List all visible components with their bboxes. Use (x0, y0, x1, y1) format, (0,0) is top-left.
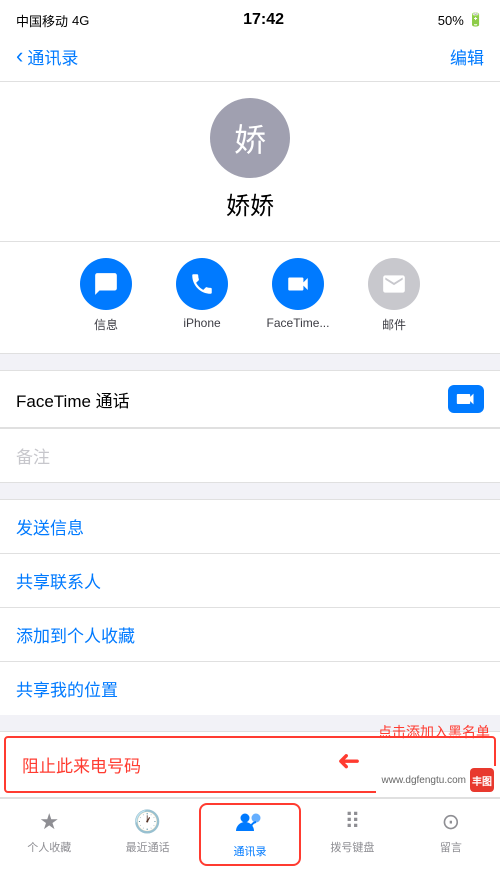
status-bar: 中国移动 4G 17:42 50% 🔋 (0, 0, 500, 36)
facetime-section[interactable]: FaceTime 通话 (0, 370, 500, 428)
phone-icon (189, 271, 215, 297)
message-label: 信息 (94, 316, 118, 333)
mail-icon-circle (368, 258, 420, 310)
avatar-char: 娇 (234, 115, 266, 161)
message-icon-circle (80, 258, 132, 310)
contacts-icon (236, 811, 264, 839)
mail-icon (381, 271, 407, 297)
action-phone[interactable]: iPhone (162, 258, 242, 333)
tab-favorites[interactable]: ★ 个人收藏 (0, 799, 98, 870)
battery-label: 50% (438, 13, 464, 28)
network-label: 4G (72, 13, 89, 28)
list-section: 发送信息 共享联系人 添加到个人收藏 共享我的位置 (0, 499, 500, 715)
message-icon (93, 271, 119, 297)
phone-icon-circle (176, 258, 228, 310)
edit-button[interactable]: 编辑 (450, 44, 484, 69)
action-message[interactable]: 信息 (66, 258, 146, 333)
facetime-video-icon (448, 385, 484, 413)
action-buttons: 信息 iPhone FaceTime... 邮件 (0, 242, 500, 354)
facetime-call-label: FaceTime 通话 (16, 387, 130, 412)
carrier-label: 中国移动 (16, 11, 68, 30)
tab-keypad[interactable]: ⠿ 拨号键盘 (303, 799, 401, 870)
keypad-label: 拨号键盘 (330, 839, 374, 855)
phone-label: iPhone (183, 316, 220, 330)
action-mail[interactable]: 邮件 (354, 258, 434, 333)
tab-contacts[interactable]: 通讯录 (199, 803, 301, 866)
facetime-icon (285, 271, 311, 297)
contact-name: 娇娇 (226, 186, 274, 221)
watermark-url: www.dgfengtu.com (382, 775, 467, 786)
back-arrow-icon: ‹ (16, 45, 23, 67)
share-location-item[interactable]: 共享我的位置 (0, 662, 500, 715)
nav-bar: ‹ 通讯录 编辑 (0, 36, 500, 82)
contacts-svg-icon (236, 811, 264, 833)
annotation-arrow-icon: ➜ (337, 744, 360, 777)
block-number-label: 阻止此来电号码 (22, 757, 141, 776)
battery-icon: 🔋 (468, 12, 484, 28)
video-camera-icon (456, 391, 476, 407)
mail-label: 邮件 (382, 316, 406, 333)
time-label: 17:42 (243, 11, 284, 29)
watermark-logo-text: 丰图 (472, 773, 492, 788)
tab-voicemail[interactable]: ⊙ 留言 (402, 799, 500, 870)
add-favorite-item[interactable]: 添加到个人收藏 (0, 608, 500, 662)
send-message-item[interactable]: 发送信息 (0, 500, 500, 554)
watermark-logo: 丰图 (470, 768, 494, 792)
action-facetime[interactable]: FaceTime... (258, 258, 338, 333)
facetime-icon-circle (272, 258, 324, 310)
send-message-label: 发送信息 (16, 519, 84, 538)
status-right: 50% 🔋 (438, 12, 484, 28)
facetime-label: FaceTime... (267, 316, 330, 330)
notes-section[interactable]: 备注 (0, 428, 500, 483)
notes-placeholder: 备注 (16, 448, 50, 467)
voicemail-label: 留言 (440, 839, 462, 855)
tab-recents[interactable]: 🕐 最近通话 (98, 799, 196, 870)
tab-bar: ★ 个人收藏 🕐 最近通话 通讯录 ⠿ 拨号键盘 ⊙ 留言 (0, 798, 500, 886)
watermark: www.dgfengtu.com 丰图 (376, 766, 500, 794)
avatar: 娇 (210, 98, 290, 178)
contact-header: 娇 娇娇 (0, 82, 500, 242)
back-label: 通讯录 (27, 44, 78, 69)
annotation-text: 点击添加入黑名单 (378, 722, 490, 742)
voicemail-icon: ⊙ (442, 809, 460, 835)
add-favorite-label: 添加到个人收藏 (16, 627, 135, 646)
favorites-label: 个人收藏 (27, 839, 71, 855)
recents-label: 最近通话 (126, 839, 170, 855)
favorites-icon: ★ (39, 809, 59, 835)
keypad-icon: ⠿ (344, 809, 360, 835)
status-left: 中国移动 4G (16, 11, 89, 30)
annotation: 点击添加入黑名单 (378, 722, 490, 742)
back-button[interactable]: ‹ 通讯录 (16, 44, 78, 69)
share-contact-item[interactable]: 共享联系人 (0, 554, 500, 608)
share-location-label: 共享我的位置 (16, 681, 118, 700)
recents-icon: 🕐 (134, 809, 161, 835)
contacts-label: 通讯录 (234, 843, 267, 859)
share-contact-label: 共享联系人 (16, 573, 101, 592)
